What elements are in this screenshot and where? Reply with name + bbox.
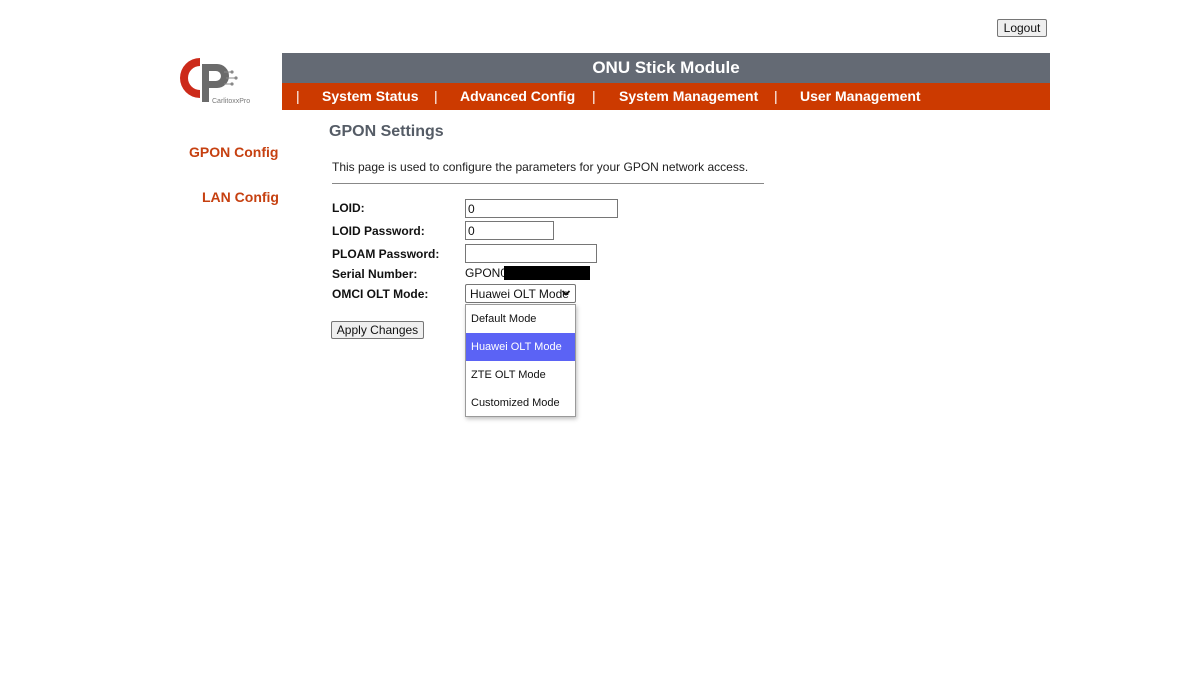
nav-item-system-management[interactable]: System Management: [619, 88, 758, 104]
nav-separator: |: [434, 88, 438, 104]
omci-olt-mode-label: OMCI OLT Mode:: [332, 287, 429, 301]
nav-separator: |: [592, 88, 596, 104]
ploam-password-input[interactable]: [465, 244, 597, 263]
sidebar-item-gpon-config[interactable]: GPON Config: [189, 144, 278, 160]
nav-item-user-management[interactable]: User Management: [800, 88, 921, 104]
nav-item-advanced-config[interactable]: Advanced Config: [460, 88, 575, 104]
main-nav: | System Status | Advanced Config | Syst…: [282, 83, 1050, 110]
chevron-down-icon: [561, 290, 571, 296]
omci-olt-mode-select[interactable]: Huawei OLT Mode: [465, 284, 576, 303]
serial-number-redaction: [504, 266, 590, 280]
serial-number-label: Serial Number:: [332, 267, 418, 281]
option-zte-olt-mode[interactable]: ZTE OLT Mode: [466, 361, 575, 389]
loid-password-input[interactable]: [465, 221, 554, 240]
ploam-password-label: PLOAM Password:: [332, 247, 440, 261]
brand-name: CarlitoxxPro: [212, 98, 251, 105]
nav-separator: |: [296, 88, 300, 104]
apply-changes-button[interactable]: Apply Changes: [331, 321, 424, 339]
page-title: GPON Settings: [329, 123, 444, 140]
omci-olt-mode-selected-value: Huawei OLT Mode: [470, 287, 569, 301]
divider: [332, 183, 764, 184]
nav-item-system-status[interactable]: System Status: [322, 88, 418, 104]
brand-logo: CarlitoxxPro: [178, 54, 260, 110]
option-huawei-olt-mode[interactable]: Huawei OLT Mode: [466, 333, 575, 361]
sidebar-item-lan-config[interactable]: LAN Config: [202, 189, 279, 205]
omci-olt-mode-dropdown: Default Mode Huawei OLT Mode ZTE OLT Mod…: [465, 304, 576, 417]
page-header-title: ONU Stick Module: [282, 53, 1050, 83]
option-customized-mode[interactable]: Customized Mode: [466, 389, 575, 417]
page-description: This page is used to configure the param…: [332, 160, 749, 174]
loid-label: LOID:: [332, 201, 365, 215]
option-default-mode[interactable]: Default Mode: [466, 305, 575, 333]
serial-number-value: GPON0: [465, 266, 508, 280]
nav-separator: |: [774, 88, 778, 104]
logout-button[interactable]: Logout: [997, 19, 1047, 37]
loid-input[interactable]: [465, 199, 618, 218]
loid-password-label: LOID Password:: [332, 224, 425, 238]
